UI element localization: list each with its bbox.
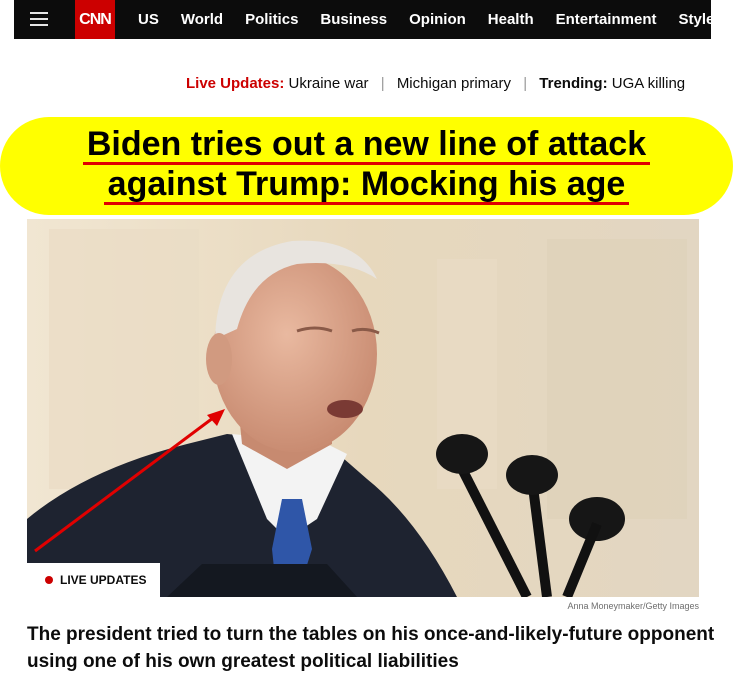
live-updates-label: Live Updates: [186, 75, 285, 92]
ticker-divider: | [523, 75, 528, 92]
trending-link-uga-killing[interactable]: UGA killing [612, 75, 685, 92]
nav-link-politics[interactable]: Politics [245, 11, 298, 28]
trending-label: Trending: [539, 75, 608, 92]
live-dot-icon [45, 576, 53, 584]
ticker-divider: | [380, 75, 385, 92]
live-updates-badge[interactable]: LIVE UPDATES [27, 563, 160, 597]
live-updates-bar: Live Updates: Ukraine war | Michigan pri… [186, 74, 711, 94]
photo-illustration [27, 219, 699, 597]
nav-links: US World Politics Business Opinion Healt… [138, 0, 711, 39]
nav-link-business[interactable]: Business [320, 11, 387, 28]
ticker-link-ukraine-war[interactable]: Ukraine war [289, 75, 369, 92]
lead-photo[interactable] [27, 219, 699, 597]
headline[interactable]: Biden tries out a new line of attack aga… [0, 125, 733, 205]
nav-link-entertainment[interactable]: Entertainment [556, 11, 657, 28]
nav-link-world[interactable]: World [181, 11, 223, 28]
top-nav: CNN US World Politics Business Opinion H… [14, 0, 711, 39]
headline-line-1: Biden tries out a new line of attack [82, 126, 651, 165]
cnn-logo[interactable]: CNN [75, 0, 115, 39]
ticker-link-michigan-primary[interactable]: Michigan primary [397, 75, 511, 92]
photo-credit: Anna Moneymaker/Getty Images [567, 601, 699, 611]
live-updates-badge-label: LIVE UPDATES [60, 573, 147, 587]
nav-link-style[interactable]: Style [678, 11, 711, 28]
headline-line-2: against Trump: Mocking his age [103, 166, 630, 205]
nav-link-opinion[interactable]: Opinion [409, 11, 466, 28]
nav-link-health[interactable]: Health [488, 11, 534, 28]
article-description[interactable]: The president tried to turn the tables o… [27, 621, 717, 675]
menu-icon[interactable] [30, 12, 48, 27]
nav-link-us[interactable]: US [138, 11, 159, 28]
